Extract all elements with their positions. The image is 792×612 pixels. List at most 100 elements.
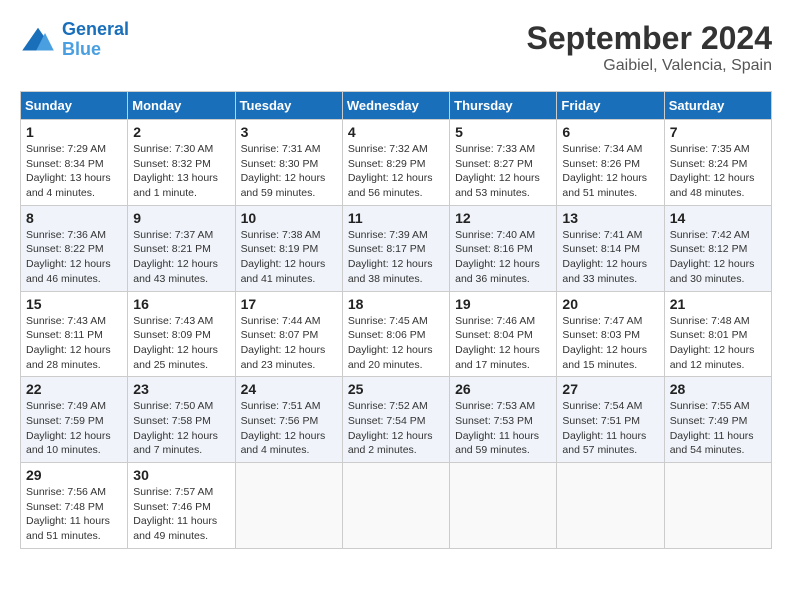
calendar-cell: 1 Sunrise: 7:29 AMSunset: 8:34 PMDayligh… — [21, 120, 128, 206]
day-number: 15 — [26, 296, 122, 312]
day-number: 13 — [562, 210, 658, 226]
day-number: 17 — [241, 296, 337, 312]
calendar-cell: 18 Sunrise: 7:45 AMSunset: 8:06 PMDaylig… — [342, 291, 449, 377]
day-info: Sunrise: 7:44 AMSunset: 8:07 PMDaylight:… — [241, 314, 337, 373]
day-number: 3 — [241, 124, 337, 140]
day-number: 14 — [670, 210, 766, 226]
day-number: 22 — [26, 381, 122, 397]
day-info: Sunrise: 7:36 AMSunset: 8:22 PMDaylight:… — [26, 228, 122, 287]
calendar-cell: 5 Sunrise: 7:33 AMSunset: 8:27 PMDayligh… — [450, 120, 557, 206]
day-info: Sunrise: 7:51 AMSunset: 7:56 PMDaylight:… — [241, 399, 337, 458]
calendar-week-row: 22 Sunrise: 7:49 AMSunset: 7:59 PMDaylig… — [21, 377, 772, 463]
calendar-week-row: 1 Sunrise: 7:29 AMSunset: 8:34 PMDayligh… — [21, 120, 772, 206]
calendar-cell: 26 Sunrise: 7:53 AMSunset: 7:53 PMDaylig… — [450, 377, 557, 463]
col-sunday: Sunday — [21, 92, 128, 120]
calendar-cell: 21 Sunrise: 7:48 AMSunset: 8:01 PMDaylig… — [664, 291, 771, 377]
day-number: 21 — [670, 296, 766, 312]
day-info: Sunrise: 7:30 AMSunset: 8:32 PMDaylight:… — [133, 142, 229, 201]
page-header: GeneralBlue September 2024 Gaibiel, Vale… — [20, 20, 772, 75]
day-info: Sunrise: 7:52 AMSunset: 7:54 PMDaylight:… — [348, 399, 444, 458]
calendar-cell: 3 Sunrise: 7:31 AMSunset: 8:30 PMDayligh… — [235, 120, 342, 206]
calendar-cell: 30 Sunrise: 7:57 AMSunset: 7:46 PMDaylig… — [128, 463, 235, 549]
calendar-cell — [664, 463, 771, 549]
day-info: Sunrise: 7:37 AMSunset: 8:21 PMDaylight:… — [133, 228, 229, 287]
day-number: 8 — [26, 210, 122, 226]
day-info: Sunrise: 7:46 AMSunset: 8:04 PMDaylight:… — [455, 314, 551, 373]
month-title: September 2024 — [527, 20, 772, 57]
day-number: 19 — [455, 296, 551, 312]
day-number: 2 — [133, 124, 229, 140]
calendar-table: Sunday Monday Tuesday Wednesday Thursday… — [20, 91, 772, 549]
calendar-cell — [557, 463, 664, 549]
calendar-cell — [342, 463, 449, 549]
day-info: Sunrise: 7:47 AMSunset: 8:03 PMDaylight:… — [562, 314, 658, 373]
calendar-cell: 20 Sunrise: 7:47 AMSunset: 8:03 PMDaylig… — [557, 291, 664, 377]
calendar-cell: 4 Sunrise: 7:32 AMSunset: 8:29 PMDayligh… — [342, 120, 449, 206]
day-number: 9 — [133, 210, 229, 226]
day-info: Sunrise: 7:54 AMSunset: 7:51 PMDaylight:… — [562, 399, 658, 458]
calendar-cell: 25 Sunrise: 7:52 AMSunset: 7:54 PMDaylig… — [342, 377, 449, 463]
calendar-cell: 19 Sunrise: 7:46 AMSunset: 8:04 PMDaylig… — [450, 291, 557, 377]
day-info: Sunrise: 7:50 AMSunset: 7:58 PMDaylight:… — [133, 399, 229, 458]
calendar-cell: 10 Sunrise: 7:38 AMSunset: 8:19 PMDaylig… — [235, 205, 342, 291]
calendar-cell: 15 Sunrise: 7:43 AMSunset: 8:11 PMDaylig… — [21, 291, 128, 377]
day-number: 6 — [562, 124, 658, 140]
day-number: 23 — [133, 381, 229, 397]
day-info: Sunrise: 7:49 AMSunset: 7:59 PMDaylight:… — [26, 399, 122, 458]
calendar-cell: 29 Sunrise: 7:56 AMSunset: 7:48 PMDaylig… — [21, 463, 128, 549]
day-number: 18 — [348, 296, 444, 312]
logo-icon — [20, 26, 56, 54]
calendar-cell: 23 Sunrise: 7:50 AMSunset: 7:58 PMDaylig… — [128, 377, 235, 463]
day-info: Sunrise: 7:31 AMSunset: 8:30 PMDaylight:… — [241, 142, 337, 201]
day-info: Sunrise: 7:57 AMSunset: 7:46 PMDaylight:… — [133, 485, 229, 544]
col-monday: Monday — [128, 92, 235, 120]
day-info: Sunrise: 7:43 AMSunset: 8:09 PMDaylight:… — [133, 314, 229, 373]
calendar-cell: 2 Sunrise: 7:30 AMSunset: 8:32 PMDayligh… — [128, 120, 235, 206]
calendar-cell: 9 Sunrise: 7:37 AMSunset: 8:21 PMDayligh… — [128, 205, 235, 291]
day-number: 29 — [26, 467, 122, 483]
day-info: Sunrise: 7:53 AMSunset: 7:53 PMDaylight:… — [455, 399, 551, 458]
day-number: 12 — [455, 210, 551, 226]
day-number: 11 — [348, 210, 444, 226]
calendar-cell — [235, 463, 342, 549]
day-info: Sunrise: 7:39 AMSunset: 8:17 PMDaylight:… — [348, 228, 444, 287]
calendar-cell: 7 Sunrise: 7:35 AMSunset: 8:24 PMDayligh… — [664, 120, 771, 206]
day-info: Sunrise: 7:32 AMSunset: 8:29 PMDaylight:… — [348, 142, 444, 201]
calendar-week-row: 15 Sunrise: 7:43 AMSunset: 8:11 PMDaylig… — [21, 291, 772, 377]
col-wednesday: Wednesday — [342, 92, 449, 120]
calendar-cell: 8 Sunrise: 7:36 AMSunset: 8:22 PMDayligh… — [21, 205, 128, 291]
day-info: Sunrise: 7:43 AMSunset: 8:11 PMDaylight:… — [26, 314, 122, 373]
day-info: Sunrise: 7:35 AMSunset: 8:24 PMDaylight:… — [670, 142, 766, 201]
day-number: 20 — [562, 296, 658, 312]
day-number: 28 — [670, 381, 766, 397]
calendar-cell: 17 Sunrise: 7:44 AMSunset: 8:07 PMDaylig… — [235, 291, 342, 377]
day-number: 27 — [562, 381, 658, 397]
calendar-week-row: 29 Sunrise: 7:56 AMSunset: 7:48 PMDaylig… — [21, 463, 772, 549]
col-saturday: Saturday — [664, 92, 771, 120]
day-info: Sunrise: 7:42 AMSunset: 8:12 PMDaylight:… — [670, 228, 766, 287]
day-number: 10 — [241, 210, 337, 226]
day-info: Sunrise: 7:45 AMSunset: 8:06 PMDaylight:… — [348, 314, 444, 373]
col-friday: Friday — [557, 92, 664, 120]
day-info: Sunrise: 7:56 AMSunset: 7:48 PMDaylight:… — [26, 485, 122, 544]
col-tuesday: Tuesday — [235, 92, 342, 120]
calendar-cell: 13 Sunrise: 7:41 AMSunset: 8:14 PMDaylig… — [557, 205, 664, 291]
title-block: September 2024 Gaibiel, Valencia, Spain — [527, 20, 772, 75]
day-number: 25 — [348, 381, 444, 397]
calendar-cell: 24 Sunrise: 7:51 AMSunset: 7:56 PMDaylig… — [235, 377, 342, 463]
calendar-week-row: 8 Sunrise: 7:36 AMSunset: 8:22 PMDayligh… — [21, 205, 772, 291]
day-info: Sunrise: 7:55 AMSunset: 7:49 PMDaylight:… — [670, 399, 766, 458]
day-number: 1 — [26, 124, 122, 140]
calendar-cell: 6 Sunrise: 7:34 AMSunset: 8:26 PMDayligh… — [557, 120, 664, 206]
day-info: Sunrise: 7:34 AMSunset: 8:26 PMDaylight:… — [562, 142, 658, 201]
calendar-cell — [450, 463, 557, 549]
day-number: 16 — [133, 296, 229, 312]
day-number: 5 — [455, 124, 551, 140]
calendar-cell: 11 Sunrise: 7:39 AMSunset: 8:17 PMDaylig… — [342, 205, 449, 291]
calendar-cell: 27 Sunrise: 7:54 AMSunset: 7:51 PMDaylig… — [557, 377, 664, 463]
calendar-cell: 12 Sunrise: 7:40 AMSunset: 8:16 PMDaylig… — [450, 205, 557, 291]
day-info: Sunrise: 7:48 AMSunset: 8:01 PMDaylight:… — [670, 314, 766, 373]
day-info: Sunrise: 7:41 AMSunset: 8:14 PMDaylight:… — [562, 228, 658, 287]
location-title: Gaibiel, Valencia, Spain — [527, 57, 772, 75]
day-info: Sunrise: 7:29 AMSunset: 8:34 PMDaylight:… — [26, 142, 122, 201]
